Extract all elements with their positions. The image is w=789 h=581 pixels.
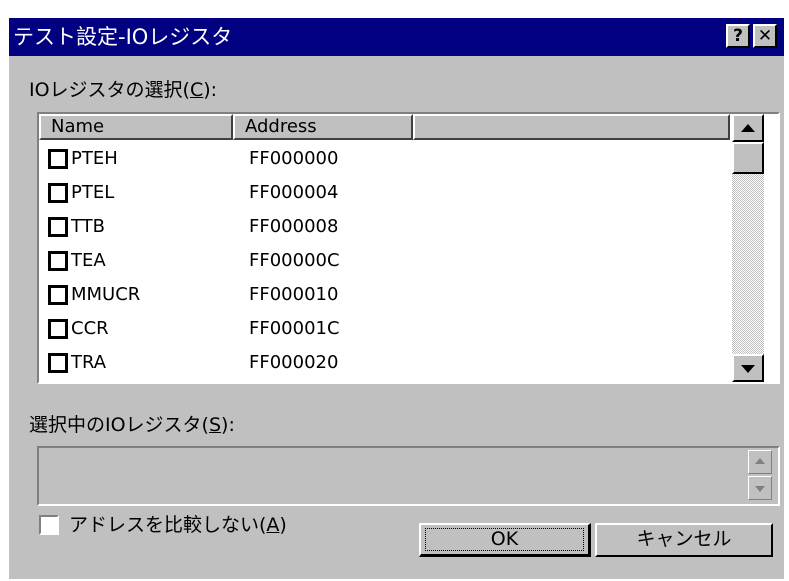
register-address: FF000004 bbox=[249, 182, 339, 203]
title-bar[interactable]: テスト設定-IOレジスタ ? ✕ bbox=[9, 18, 784, 56]
table-row[interactable]: PTEH FF000000 bbox=[39, 142, 730, 176]
register-list-label: IOレジスタの選択(C): bbox=[29, 79, 218, 101]
row-checkbox[interactable] bbox=[48, 251, 68, 271]
register-address: FF000010 bbox=[249, 284, 339, 305]
row-checkbox[interactable] bbox=[48, 353, 68, 373]
register-name: TEA bbox=[71, 250, 106, 271]
ok-label: OK bbox=[490, 528, 519, 550]
column-header-name[interactable]: Name bbox=[39, 114, 233, 140]
selected-list-scrollbar bbox=[744, 448, 778, 504]
arrow-up-icon bbox=[741, 124, 755, 132]
table-row[interactable]: PTEL FF000004 bbox=[39, 176, 730, 210]
table-row[interactable]: TTB FF000008 bbox=[39, 210, 730, 244]
selected-scroll-up-button bbox=[748, 450, 772, 474]
selected-register-list[interactable] bbox=[37, 446, 780, 506]
vertical-scrollbar[interactable] bbox=[732, 114, 764, 382]
register-name: TTB bbox=[71, 216, 106, 237]
register-name: MMUCR bbox=[71, 284, 141, 305]
row-checkbox[interactable] bbox=[48, 285, 68, 305]
column-header-address[interactable]: Address bbox=[233, 114, 413, 140]
no-compare-address-checkbox[interactable] bbox=[39, 515, 59, 535]
register-name: PTEH bbox=[71, 148, 118, 169]
register-list[interactable]: Name Address PTEH FF000000 PTEL FF000004 TTB… bbox=[37, 112, 780, 384]
test-settings-dialog: テスト設定-IOレジスタ ? ✕ IOレジスタの選択(C): Name Addr… bbox=[9, 18, 784, 579]
table-row[interactable]: TRA FF000020 bbox=[39, 346, 730, 380]
register-address: FF00000C bbox=[249, 250, 340, 271]
register-name: CCR bbox=[71, 318, 109, 339]
table-row[interactable]: TEA FF00000C bbox=[39, 244, 730, 278]
close-icon: ✕ bbox=[757, 26, 773, 46]
table-row[interactable]: CCR FF00001C bbox=[39, 312, 730, 346]
row-checkbox[interactable] bbox=[48, 217, 68, 237]
register-name: TRA bbox=[71, 352, 107, 373]
register-address: FF000008 bbox=[249, 216, 339, 237]
column-header-extra[interactable] bbox=[413, 114, 730, 140]
cancel-label: キャンセル bbox=[636, 528, 732, 550]
register-name: PTEL bbox=[71, 182, 115, 203]
scroll-thumb[interactable] bbox=[732, 142, 764, 174]
help-button[interactable]: ? bbox=[726, 24, 750, 48]
scroll-down-button[interactable] bbox=[732, 354, 764, 382]
selected-list-label: 選択中のIOレジスタ(S): bbox=[29, 414, 235, 436]
register-address: FF000020 bbox=[249, 352, 339, 373]
scroll-up-button[interactable] bbox=[732, 114, 764, 142]
no-compare-address-option[interactable]: アドレスを比較しない(A) bbox=[39, 513, 339, 541]
row-checkbox[interactable] bbox=[48, 183, 68, 203]
arrow-down-icon bbox=[741, 365, 755, 373]
register-address: FF00001C bbox=[249, 318, 340, 339]
ok-button[interactable]: OK bbox=[419, 523, 591, 557]
register-address: FF000000 bbox=[249, 148, 339, 169]
window-title: テスト設定-IOレジスタ bbox=[13, 25, 233, 49]
help-icon: ? bbox=[733, 26, 743, 46]
cancel-button[interactable]: キャンセル bbox=[595, 523, 773, 557]
row-checkbox[interactable] bbox=[48, 149, 68, 169]
selected-scroll-down-button bbox=[748, 476, 772, 500]
row-checkbox[interactable] bbox=[48, 319, 68, 339]
table-row[interactable]: MMUCR FF000010 bbox=[39, 278, 730, 312]
no-compare-address-label: アドレスを比較しない(A) bbox=[69, 514, 287, 536]
arrow-up-icon bbox=[755, 458, 765, 464]
close-button[interactable]: ✕ bbox=[753, 24, 777, 48]
arrow-down-icon bbox=[755, 486, 765, 492]
register-rows: PTEH FF000000 PTEL FF000004 TTB FF000008 TEA FF… bbox=[39, 142, 730, 382]
